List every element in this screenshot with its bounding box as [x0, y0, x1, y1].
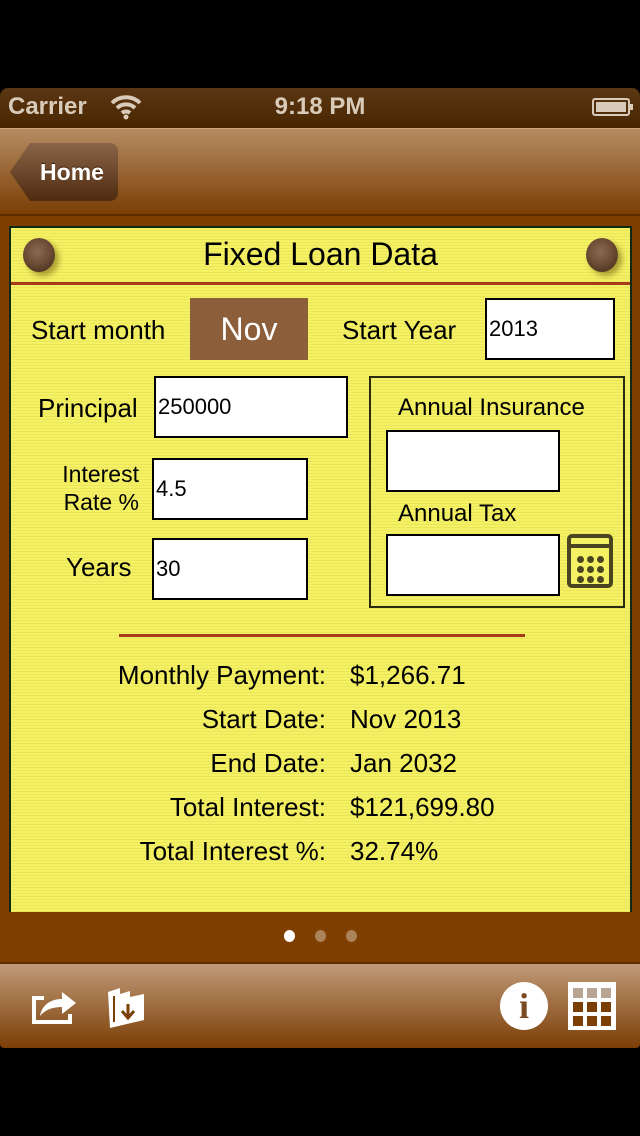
annual-tax-label: Annual Tax — [398, 500, 517, 527]
annual-insurance-label: Annual Insurance — [398, 394, 585, 421]
start-date-value: Nov 2013 — [350, 704, 462, 734]
status-bar: Carrier 9:18 PM — [0, 88, 640, 128]
annual-tax-input[interactable] — [386, 534, 560, 596]
years-input[interactable]: 30 — [152, 538, 308, 600]
annual-insurance-input[interactable] — [386, 430, 560, 492]
share-icon[interactable] — [30, 986, 78, 1026]
page-dot-1[interactable] — [283, 930, 295, 942]
monthly-payment-label: Monthly Payment: — [117, 660, 326, 690]
interest-rate-label-line2: Rate % — [63, 489, 139, 515]
interest-rate-label: Interest Rate % — [41, 460, 139, 516]
bottom-toolbar: i — [0, 962, 640, 1048]
loan-data-card: Fixed Loan Data Start month Nov Start Ye… — [9, 226, 632, 912]
clock: 9:18 PM — [274, 93, 366, 120]
import-icon[interactable] — [106, 986, 146, 1030]
content-area: Fixed Loan Data Start month Nov Start Ye… — [0, 216, 640, 962]
total-interest-value: $121,699.80 — [350, 792, 495, 822]
calculator-icon[interactable] — [567, 534, 613, 588]
years-label: Years — [66, 552, 132, 582]
page-dot-2[interactable] — [314, 930, 326, 942]
monthly-payment-value: $1,266.71 — [350, 660, 466, 690]
start-month-picker[interactable]: Nov — [190, 298, 308, 360]
battery-icon — [592, 98, 633, 116]
total-interest-percent-value: 32.74% — [350, 836, 439, 866]
navigation-bar: Home — [0, 128, 640, 216]
principal-input[interactable]: 250000 — [154, 376, 348, 438]
info-icon[interactable]: i — [500, 982, 548, 1030]
title-divider — [11, 282, 630, 285]
principal-label: Principal — [38, 393, 138, 423]
end-date-value: Jan 2032 — [350, 748, 457, 778]
interest-rate-label-line1: Interest — [62, 461, 139, 487]
total-interest-percent-label: Total Interest %: — [139, 836, 326, 866]
start-year-label: Start Year — [342, 315, 457, 345]
end-date-label: End Date: — [210, 748, 326, 778]
page-title: Fixed Loan Data — [203, 236, 438, 272]
home-back-button[interactable]: Home — [10, 143, 118, 201]
start-date-label: Start Date: — [201, 704, 326, 734]
results-divider — [119, 634, 525, 637]
interest-rate-input[interactable]: 4.5 — [152, 458, 308, 520]
start-year-input[interactable]: 2013 — [485, 298, 615, 360]
grid-icon[interactable] — [568, 982, 616, 1030]
start-month-label: Start month — [31, 315, 166, 345]
page-control[interactable] — [0, 930, 640, 942]
page-dot-3[interactable] — [345, 930, 357, 942]
total-interest-label: Total Interest: — [169, 792, 326, 822]
